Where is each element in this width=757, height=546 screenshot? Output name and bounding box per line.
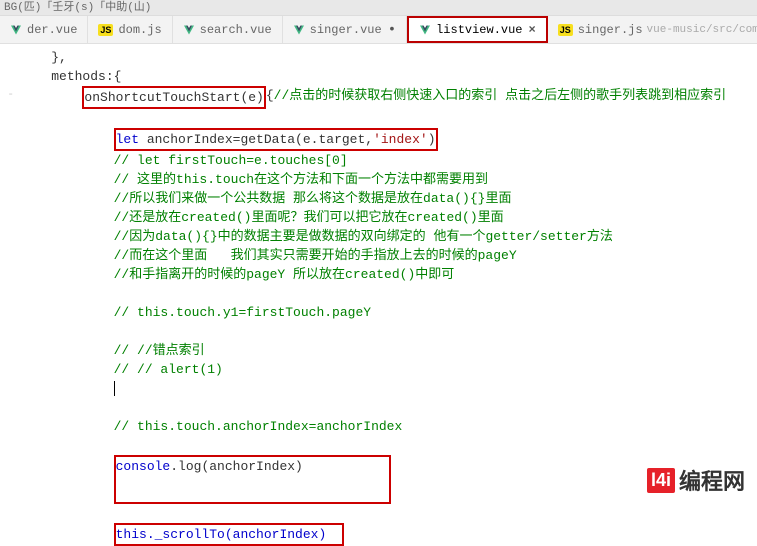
comment: // // alert(1) (114, 362, 223, 377)
tab-label: singer.vue (310, 23, 382, 37)
tab-singer-vue[interactable]: singer.vue • (283, 16, 407, 43)
string: 'index' (373, 132, 428, 147)
code-text: ) (428, 132, 436, 147)
comment: // 这里的this.touch在这个方法和下面一个方法中都需要用到 (114, 172, 488, 187)
code-text: }, (51, 50, 67, 65)
code-editor[interactable]: }, methods:{ - onShortcutTouchStart(e){/… (0, 44, 757, 546)
tab-label: singer.js (578, 23, 643, 37)
keyword: let (116, 132, 139, 147)
watermark: l4i 编程网 (647, 464, 745, 496)
highlight-box: console.log(anchorIndex) (114, 455, 391, 504)
comment: //而在这个里面 我们其实只需要开始的手指放上去的时候的pageY (114, 248, 517, 263)
menu-bar: BG(匹)「壬牙(s)「中助(山) (0, 0, 757, 16)
watermark-logo: l4i (647, 468, 675, 493)
comment: // this.touch.y1=firstTouch.pageY (114, 305, 371, 320)
tab-bar: der.vue JS dom.js search.vue singer.vue … (0, 16, 757, 44)
tab-search[interactable]: search.vue (173, 16, 283, 43)
comment: // let firstTouch=e.touches[0] (114, 153, 348, 168)
tab-dom[interactable]: JS dom.js (88, 16, 172, 43)
js-icon: JS (558, 24, 573, 36)
comment: //还是放在created()里面呢？我们可以把它放在created()里面 (114, 210, 504, 225)
comment: //所以我们来做一个公共数据 那么将这个数据是放在data(){}里面 (114, 191, 512, 206)
tab-label: listview.vue (436, 23, 522, 37)
js-icon: JS (98, 24, 113, 36)
code-text: anchorIndex=getData(e.target, (139, 132, 373, 147)
highlight-box: this._scrollTo(anchorIndex) (114, 523, 344, 546)
vue-icon (419, 24, 431, 36)
watermark-text: 编程网 (679, 464, 745, 496)
highlight-box: let anchorIndex=getData(e.target,'index'… (114, 128, 438, 151)
tab-label: dom.js (118, 23, 161, 37)
code-text: console (116, 459, 171, 474)
tab-der[interactable]: der.vue (0, 16, 88, 43)
tab-label: search.vue (200, 23, 272, 37)
tab-label: der.vue (27, 23, 77, 37)
dirty-dot-icon: • (388, 22, 396, 38)
highlight-box: onShortcutTouchStart(e) (82, 86, 265, 109)
vue-icon (293, 24, 305, 36)
vue-icon (183, 24, 195, 36)
comment: // //错点索引 (114, 343, 205, 358)
tab-singer-js[interactable]: JS singer.js vue-music/src/common/j (548, 16, 757, 43)
code-text: this._scrollTo(anchorIndex) (116, 527, 327, 542)
vue-icon (10, 24, 22, 36)
code-text: methods:{ (51, 69, 121, 84)
code-text: { (266, 88, 274, 103)
comment: //点击的时候获取右侧快速入口的索引 点击之后左侧的歌手列表跳到相应索引 (274, 88, 726, 103)
tab-path: vue-music/src/common/j (647, 24, 757, 36)
comment: //和手指离开的时候的pageY 所以放在created()中即可 (114, 267, 455, 282)
function-name: onShortcutTouchStart(e) (84, 90, 263, 105)
tab-listview[interactable]: listview.vue × (407, 16, 548, 43)
comment: // this.touch.anchorIndex=anchorIndex (114, 419, 403, 434)
code-text: .log(anchorIndex) (170, 459, 303, 474)
comment: //因为data(){}中的数据主要是做数据的双向绑定的 他有一个getter/… (114, 229, 613, 244)
close-icon[interactable]: × (529, 23, 536, 37)
text-cursor (114, 381, 115, 396)
